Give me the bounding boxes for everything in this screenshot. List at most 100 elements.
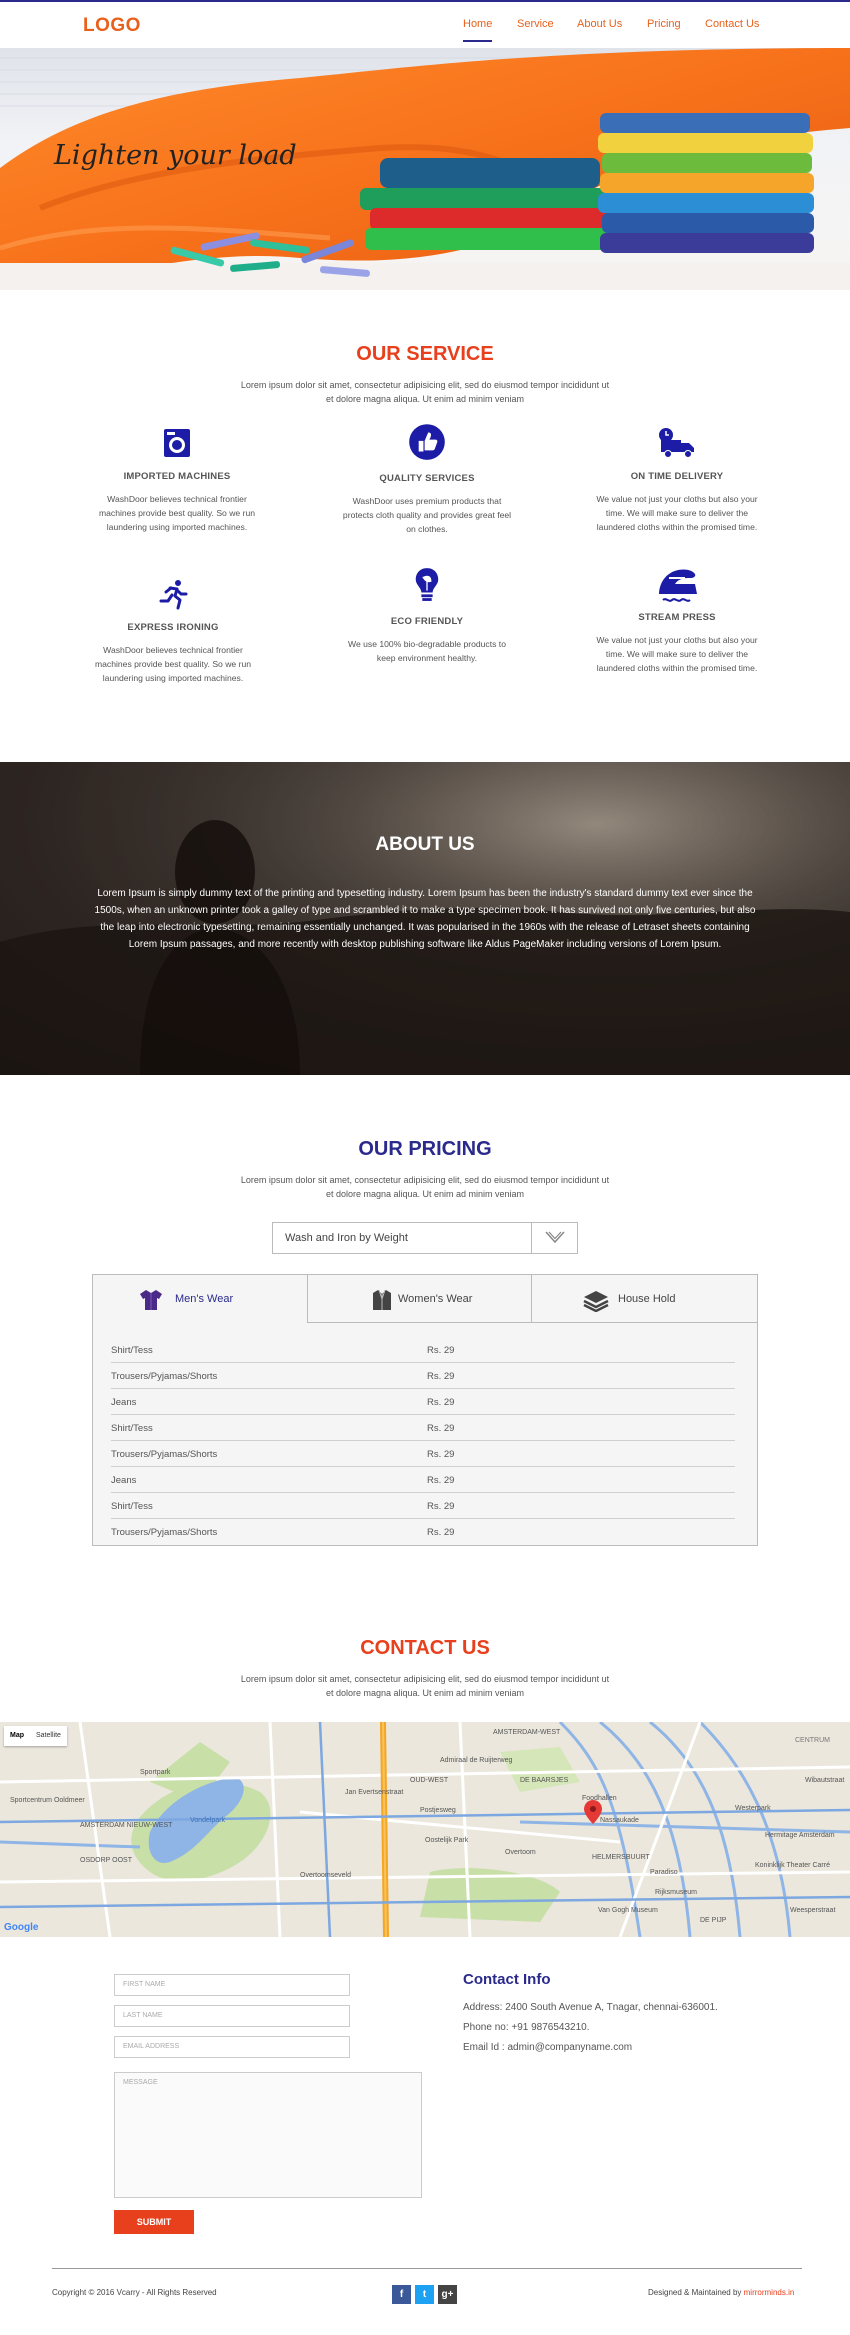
map-label: Jan Evertsenstraat: [345, 1789, 403, 1796]
price-item-name: Shirt/Tess: [111, 1501, 153, 1512]
table-row: Shirt/Tess Rs. 29: [111, 1493, 735, 1519]
table-row: Trousers/Pyjamas/Shorts Rs. 29: [111, 1441, 735, 1467]
price-item-name: Trousers/Pyjamas/Shorts: [111, 1371, 218, 1382]
hero-banner: Lighten your load: [0, 48, 850, 290]
service-express-ironing: EXPRESS IRONING WashDoor believes techni…: [73, 578, 273, 685]
google-plus-icon[interactable]: g+: [438, 2285, 457, 2304]
table-row: Shirt/Tess Rs. 29: [111, 1337, 735, 1363]
submit-button[interactable]: SUBMIT: [114, 2210, 194, 2234]
email-field[interactable]: EMAIL ADDRESS: [114, 2036, 350, 2058]
price-item-value: Rs. 29: [427, 1345, 455, 1356]
facebook-icon[interactable]: f: [392, 2285, 411, 2304]
map-label: Koninklijk Theater Carré: [755, 1862, 830, 1869]
map-label: Oostelijk Park: [425, 1837, 469, 1844]
service-description: We value not just your cloths but also y…: [596, 494, 758, 532]
contact-subtitle: Lorem ipsum dolor sit amet, consectetur …: [240, 1674, 610, 1698]
hero-title: Lighten your load: [54, 140, 297, 171]
map-type-control: Map Satellite: [4, 1726, 67, 1746]
tab-mens-wear[interactable]: Men's Wear: [93, 1275, 308, 1323]
map-label: Hermitage Amsterdam: [765, 1832, 835, 1839]
map-label: AMSTERDAM NIEUW-WEST: [80, 1822, 173, 1829]
pricing-plan-select[interactable]: Wash and Iron by Weight: [272, 1222, 578, 1254]
google-logo: Google: [4, 1922, 38, 1933]
tab-label: House Hold: [618, 1293, 676, 1305]
iron-icon: [659, 569, 697, 602]
service-imported-machines: IMPORTED MACHINES WashDoor believes tech…: [77, 427, 277, 534]
map-label: Overtoomseveld: [300, 1872, 351, 1879]
message-field[interactable]: MESSAGE: [114, 2072, 422, 2198]
location-map[interactable]: AMSTERDAM-WEST CENTRUM Sportpark Vondelp…: [0, 1722, 850, 1937]
map-label: Westerpark: [735, 1805, 771, 1812]
price-item-name: Trousers/Pyjamas/Shorts: [111, 1449, 218, 1460]
nav-contact-us[interactable]: Contact Us: [705, 18, 759, 30]
tab-label: Men's Wear: [175, 1293, 234, 1305]
copyright-text: Copyright © 2016 Vcarry - All Rights Res…: [52, 2288, 217, 2297]
service-name: ON TIME DELIVERY: [630, 471, 724, 482]
services-subtitle: Lorem ipsum dolor sit amet, consectetur …: [240, 380, 610, 404]
google-logo-text: Google: [4, 1922, 39, 1933]
map-type-map-button[interactable]: Map: [4, 1726, 30, 1745]
map-label: OSDORP OOST: [80, 1857, 133, 1864]
folded-clothes-icon: [583, 1291, 609, 1312]
email-placeholder: EMAIL ADDRESS: [123, 2043, 180, 2050]
service-stream-press: STREAM PRESS We value not just your clot…: [577, 566, 777, 675]
nav-about-us[interactable]: About Us: [577, 18, 622, 30]
running-man-icon: [159, 580, 188, 610]
service-description: We value not just your cloths but also y…: [596, 635, 758, 673]
contact-email: Email Id : admin@companyname.com: [463, 2042, 633, 2053]
nav-home[interactable]: Home: [463, 18, 493, 42]
about-title: ABOUT US: [375, 834, 475, 855]
tab-house-hold[interactable]: House Hold: [532, 1275, 757, 1323]
map-label: OUD-WEST: [410, 1777, 449, 1784]
map-label: HELMERSBUURT: [592, 1854, 651, 1861]
map-label: DE PIJP: [700, 1917, 727, 1924]
thumbs-up-icon: [409, 424, 445, 460]
service-name: ECO FRIENDLY: [390, 616, 464, 627]
light-bulb-icon: [415, 568, 439, 601]
jacket-icon: [373, 1289, 391, 1310]
about-text: Lorem Ipsum is simply dummy text of the …: [94, 888, 756, 950]
designer-credit: Designed & Maintained by mirrorminds.in: [648, 2288, 794, 2297]
washing-machine-icon: [164, 429, 190, 457]
map-label: Nassaukade: [600, 1817, 639, 1824]
services-title: OUR SERVICE: [356, 343, 494, 365]
service-quality-services: QUALITY SERVICES WashDoor uses premium p…: [327, 423, 527, 536]
tab-womens-wear[interactable]: Women's Wear: [308, 1275, 532, 1323]
message-placeholder: MESSAGE: [123, 2079, 158, 2086]
map-label: Overtoom: [505, 1849, 536, 1856]
service-name: QUALITY SERVICES: [379, 473, 475, 484]
map-label: Paradiso: [650, 1869, 678, 1876]
map-label: Van Gogh Museum: [598, 1907, 658, 1914]
table-row: Jeans Rs. 29: [111, 1389, 735, 1415]
service-description: WashDoor believes technical frontier mac…: [94, 645, 252, 683]
price-item-name: Shirt/Tess: [111, 1345, 153, 1356]
price-item-value: Rs. 29: [427, 1397, 455, 1408]
service-name: EXPRESS IRONING: [127, 622, 219, 633]
contact-title: CONTACT US: [360, 1637, 490, 1659]
table-row: Shirt/Tess Rs. 29: [111, 1415, 735, 1441]
nav-pricing[interactable]: Pricing: [647, 18, 681, 30]
price-item-value: Rs. 29: [427, 1449, 455, 1460]
twitter-icon[interactable]: t: [415, 2285, 434, 2304]
credit-link[interactable]: mirrorminds.in: [744, 2288, 795, 2297]
map-label: Postjesweg: [420, 1807, 456, 1814]
map-label: CENTRUM: [795, 1737, 830, 1744]
service-name: IMPORTED MACHINES: [123, 471, 231, 482]
pricing-panel: Men's Wear Women's Wear House Hold Shirt…: [92, 1274, 758, 1546]
dropdown-toggle-button[interactable]: [531, 1223, 577, 1253]
contact-info-title: Contact Info: [463, 1971, 551, 1988]
service-description: WashDoor uses premium products that prot…: [342, 496, 512, 534]
map-label: Sportpark: [140, 1769, 171, 1776]
price-item-name: Jeans: [111, 1475, 137, 1486]
footer-divider: [52, 2268, 802, 2269]
map-label: Weesperstraat: [790, 1907, 835, 1914]
first-name-field[interactable]: FIRST NAME: [114, 1974, 350, 1996]
map-label: Sportcentrum Ooldmeer: [10, 1797, 85, 1804]
contact-phone: Phone no: +91 9876543210.: [463, 2022, 590, 2033]
map-type-satellite-button[interactable]: Satellite: [30, 1726, 67, 1745]
table-row: Jeans Rs. 29: [111, 1467, 735, 1493]
nav-service[interactable]: Service: [517, 18, 554, 30]
map-label: AMSTERDAM-WEST: [493, 1729, 561, 1736]
last-name-field[interactable]: LAST NAME: [114, 2005, 350, 2027]
price-item-value: Rs. 29: [427, 1371, 455, 1382]
